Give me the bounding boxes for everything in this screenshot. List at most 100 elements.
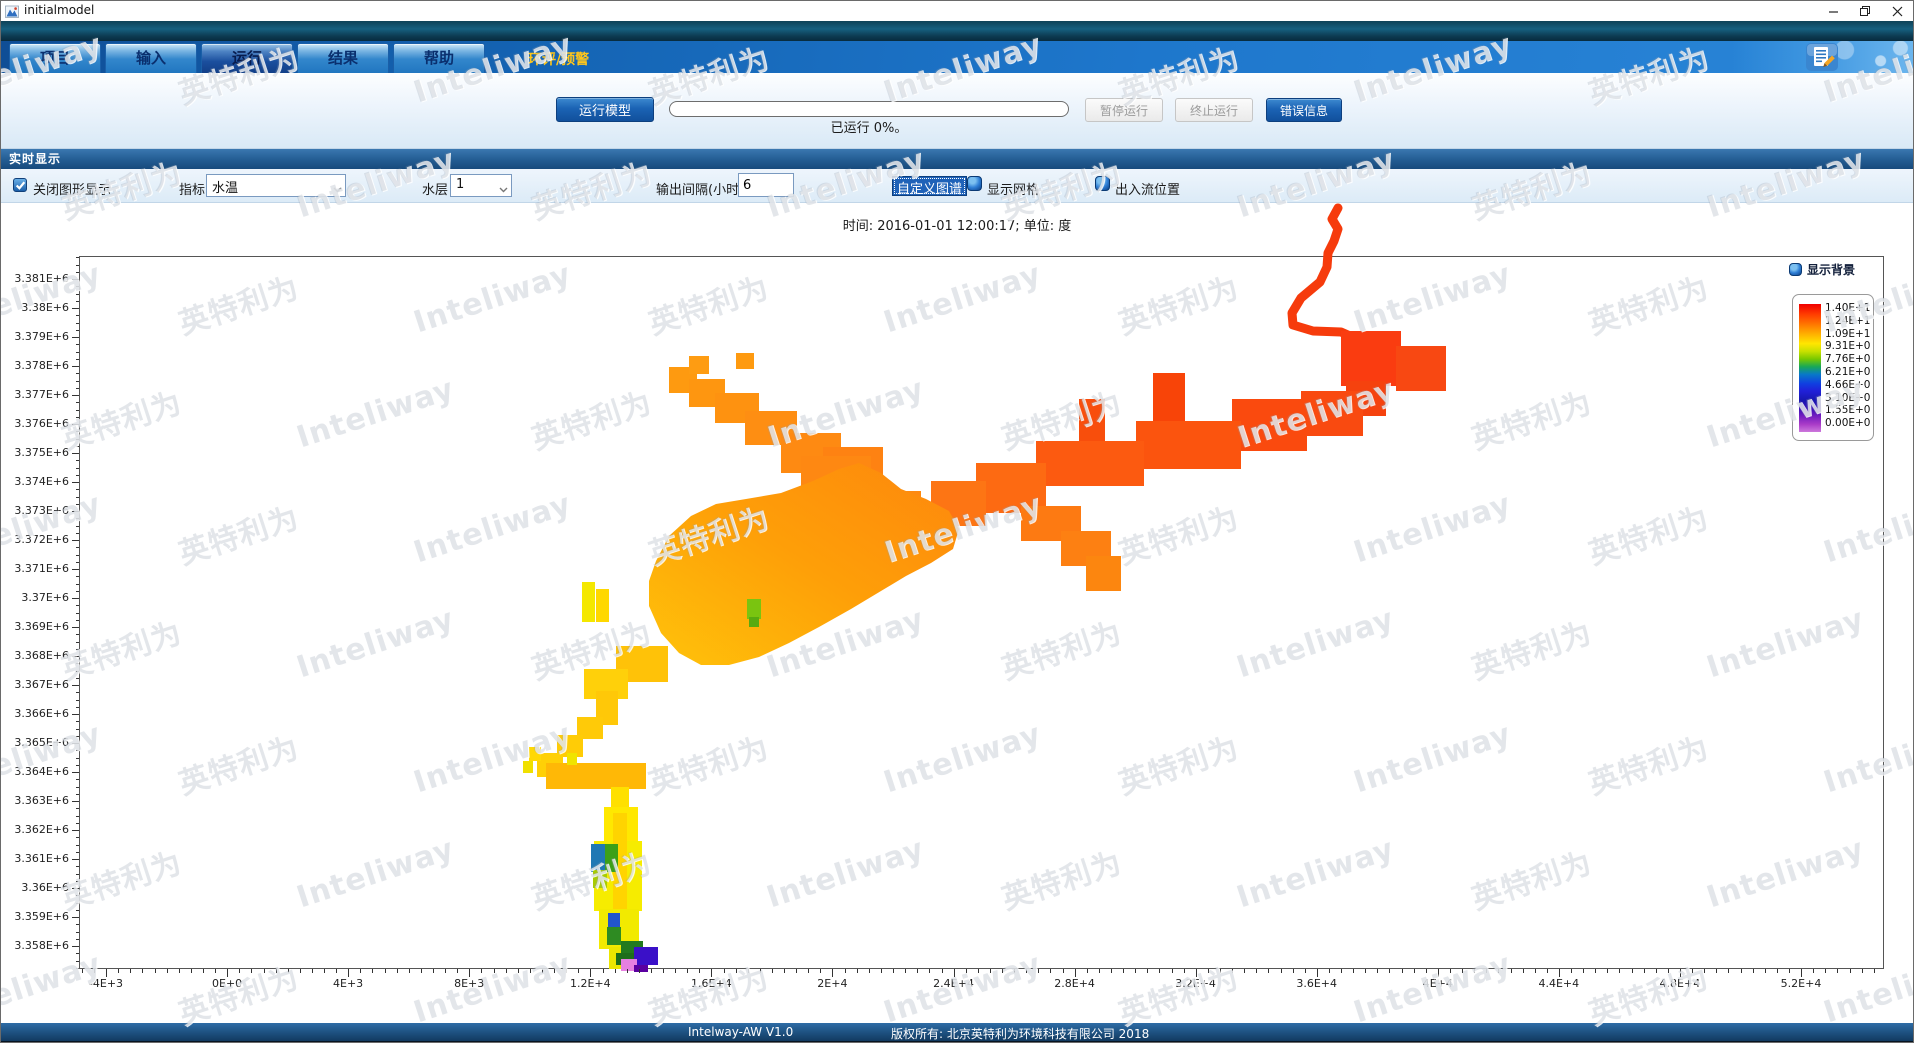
y-tick (72, 743, 79, 744)
y-minor-tick (76, 605, 79, 606)
layer-label: 水层 (422, 179, 448, 198)
y-tick-label: 3.363E+6 (1, 794, 69, 808)
x-minor-tick (1002, 969, 1003, 973)
flow-position-toggle-icon[interactable] (1095, 176, 1110, 191)
show-grid-toggle-icon[interactable] (967, 176, 982, 191)
x-minor-tick (820, 969, 821, 973)
x-minor-tick (1862, 969, 1863, 973)
y-minor-tick (76, 526, 79, 527)
document-edit-icon[interactable] (1805, 42, 1839, 72)
x-minor-tick (336, 969, 337, 973)
x-minor-tick (1365, 969, 1366, 973)
y-minor-tick (76, 439, 79, 440)
y-minor-tick (76, 410, 79, 411)
y-minor-tick (76, 924, 79, 925)
output-interval-input[interactable] (738, 173, 794, 197)
x-minor-tick (966, 969, 967, 973)
y-minor-tick (76, 344, 79, 345)
y-minor-tick (76, 837, 79, 838)
title-bar: initialmodel (1, 1, 1913, 21)
pause-run-button[interactable]: 暂停运行 (1085, 98, 1163, 122)
x-minor-tick (1583, 969, 1584, 973)
x-minor-tick (445, 969, 446, 973)
x-minor-tick (566, 969, 567, 973)
x-minor-tick (506, 969, 507, 973)
flow-position-label: 出入流位置 (1115, 179, 1180, 198)
x-minor-tick (421, 969, 422, 973)
layer-select[interactable]: 1 (450, 174, 512, 197)
x-minor-tick (1208, 969, 1209, 973)
run-toolbar: 运行模型 已运行 0%。 暂停运行 终止运行 错误信息 (1, 73, 1913, 149)
x-minor-tick (1232, 969, 1233, 973)
run-model-button[interactable]: 运行模型 (556, 97, 654, 122)
x-minor-tick (251, 969, 252, 973)
x-tick-label: 1.2E+4 (545, 977, 635, 990)
y-minor-tick (76, 729, 79, 730)
tab-row: 项目输入运行结果帮助 环评/预警 (1, 41, 1913, 73)
y-minor-tick (76, 489, 79, 490)
y-minor-tick (76, 265, 79, 266)
maximize-button[interactable] (1849, 1, 1881, 21)
y-minor-tick (76, 475, 79, 476)
y-minor-tick (76, 417, 79, 418)
close-graph-checkbox[interactable] (13, 178, 27, 192)
y-minor-tick (76, 388, 79, 389)
y-minor-tick (76, 533, 79, 534)
minimize-button[interactable] (1817, 1, 1849, 21)
custom-palette-button[interactable]: 自定义图谱 (892, 176, 967, 196)
x-minor-tick (1414, 969, 1415, 973)
x-minor-tick (1777, 969, 1778, 973)
chevron-down-icon (499, 182, 508, 197)
x-minor-tick (409, 969, 410, 973)
x-minor-tick (663, 969, 664, 973)
x-minor-tick (736, 969, 737, 973)
close-button[interactable] (1881, 1, 1913, 21)
central-lake (582, 463, 959, 665)
show-grid-label: 显示网格 (987, 179, 1039, 198)
stop-run-button[interactable]: 终止运行 (1175, 98, 1253, 122)
x-minor-tick (1353, 969, 1354, 973)
y-minor-tick (76, 845, 79, 846)
x-minor-tick (1038, 969, 1039, 973)
x-minor-tick (1281, 969, 1282, 973)
menu-tab-input[interactable]: 输入 (105, 43, 197, 73)
y-tick (72, 714, 79, 715)
legend-header: 显示背景 (1789, 261, 1855, 278)
y-minor-tick (76, 591, 79, 592)
x-minor-tick (94, 969, 95, 973)
y-minor-tick (76, 468, 79, 469)
y-minor-tick (76, 272, 79, 273)
indicator-value: 水温 (212, 181, 238, 196)
indicator-select[interactable]: 水温 (206, 174, 346, 197)
x-minor-tick (118, 969, 119, 973)
x-minor-tick (518, 969, 519, 973)
error-info-button[interactable]: 错误信息 (1266, 98, 1342, 122)
y-tick-label: 3.378E+6 (1, 359, 69, 373)
x-minor-tick (1123, 969, 1124, 973)
y-tick-label: 3.367E+6 (1, 678, 69, 692)
menu-tab-project[interactable]: 项目 (9, 43, 101, 73)
chevron-down-icon (333, 182, 342, 197)
active-module-label[interactable]: 环评/预警 (528, 49, 589, 69)
menu-tab-help[interactable]: 帮助 (393, 43, 485, 73)
x-minor-tick (1668, 969, 1669, 973)
y-minor-tick (76, 323, 79, 324)
x-minor-tick (167, 969, 168, 973)
x-minor-tick (1474, 969, 1475, 973)
x-tick-label: 4E+4 (1393, 977, 1483, 990)
x-minor-tick (1753, 969, 1754, 973)
menu-tab-run[interactable]: 运行 (201, 43, 293, 73)
x-tick (348, 969, 349, 977)
y-minor-tick (76, 671, 79, 672)
y-tick-label: 3.359E+6 (1, 910, 69, 924)
x-minor-tick (1607, 969, 1608, 973)
x-minor-tick (360, 969, 361, 973)
menu-tab-result[interactable]: 结果 (297, 43, 389, 73)
x-minor-tick (264, 969, 265, 973)
x-minor-tick (1172, 969, 1173, 973)
x-minor-tick (845, 969, 846, 973)
x-minor-tick (155, 969, 156, 973)
x-minor-tick (1268, 969, 1269, 973)
x-minor-tick (542, 969, 543, 973)
show-background-toggle-icon[interactable] (1789, 263, 1802, 276)
